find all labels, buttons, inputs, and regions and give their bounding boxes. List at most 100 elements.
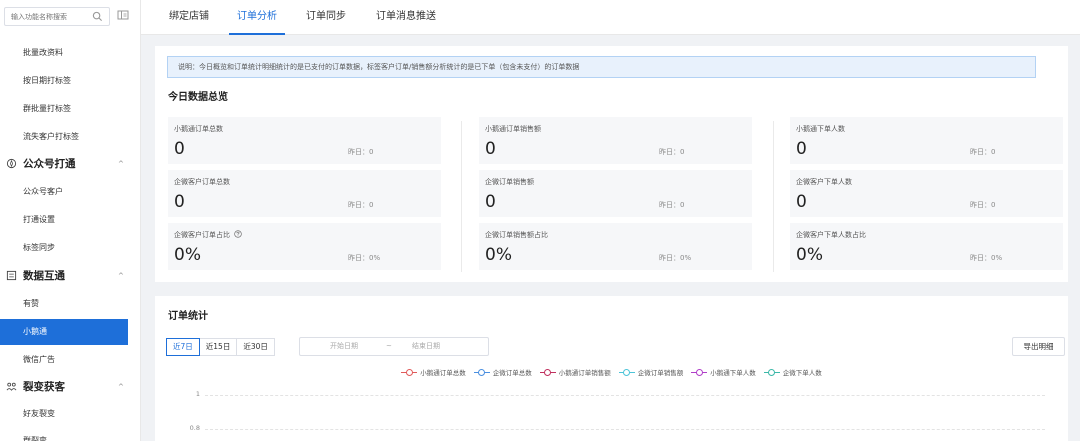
stat-value: 0	[796, 139, 807, 159]
legend-item[interactable]: 企微下单人数	[763, 367, 822, 377]
legend-label: 小鹅通订单销售额	[558, 369, 611, 377]
tab-order-push[interactable]: 订单消息推送	[376, 0, 436, 35]
legend-label: 小鹅通订单总数	[420, 369, 466, 377]
stat-card-xet-order-count: 小鹅通订单总数 0 昨日：0	[168, 117, 441, 164]
stat-yesterday: 昨日：0	[348, 148, 374, 156]
stat-card-wecom-order-count: 企微客户订单总数 0 昨日：0	[168, 170, 441, 217]
legend-marker	[401, 368, 418, 376]
collapse-menu-icon[interactable]	[117, 9, 129, 21]
sidebar-item-friend-fission[interactable]: 好友裂变	[0, 401, 128, 427]
order-stats-title: 订单统计	[168, 311, 208, 322]
stat-value: 0	[174, 139, 185, 159]
sidebar-item-group-fission[interactable]: 群裂变	[0, 428, 128, 441]
tab-order-sync[interactable]: 订单同步	[306, 0, 346, 35]
stat-yesterday: 昨日：0%	[659, 254, 692, 262]
stat-card-wecom-buyers: 企微客户下单人数 0 昨日：0	[790, 170, 1063, 217]
sidebar-item-xiaoetong[interactable]: 小鹅通	[0, 319, 128, 345]
start-date-placeholder[interactable]: 开始日期	[330, 338, 358, 355]
sidebar-item-wechat-ads[interactable]: 微信广告	[0, 347, 128, 373]
stat-yesterday: 昨日：0	[970, 148, 996, 156]
stat-label: 企微客户订单占比	[174, 230, 242, 240]
stat-label: 企微客户订单总数	[174, 178, 230, 186]
stat-label-text: 企微客户订单占比	[174, 231, 230, 239]
compass-icon	[6, 158, 17, 169]
search-input[interactable]	[5, 8, 89, 25]
stat-label: 企微订单销售额占比	[485, 231, 548, 239]
stat-value: 0%	[796, 245, 823, 265]
tab-bind-store[interactable]: 绑定店铺	[169, 0, 209, 35]
sidebar-group-label: 数据互通	[23, 270, 65, 282]
stat-value: 0%	[174, 245, 201, 265]
legend-label: 企微订单总数	[492, 369, 532, 377]
legend-item[interactable]: 企微订单总数	[473, 367, 532, 377]
stat-label: 企微客户下单人数占比	[796, 231, 866, 239]
date-range-buttons: 近7日 近15日 近30日	[166, 338, 275, 356]
stat-label: 企微客户下单人数	[796, 178, 852, 186]
stat-yesterday: 昨日：0	[659, 148, 685, 156]
legend-item[interactable]: 小鹅通下单人数	[691, 367, 756, 377]
legend-item[interactable]: 小鹅通订单总数	[401, 367, 466, 377]
stat-label: 小鹅通下单人数	[796, 125, 845, 133]
stat-value: 0	[485, 139, 496, 159]
chart-legend: 小鹅通订单总数 企微订单总数 小鹅通订单销售额 企微订单销售额 小鹅通下单人数 企微下单人…	[155, 367, 1068, 378]
stat-label: 小鹅通订单总数	[174, 125, 223, 133]
search-icon[interactable]	[92, 11, 103, 22]
legend-marker	[691, 368, 708, 376]
stat-card-wecom-buyers-ratio: 企微客户下单人数占比 0% 昨日：0%	[790, 223, 1063, 270]
range-15-days-button[interactable]: 近15日	[198, 338, 238, 356]
end-date-placeholder[interactable]: 结束日期	[412, 338, 440, 355]
stat-value: 0	[796, 192, 807, 212]
stat-yesterday: 昨日：0%	[348, 254, 381, 262]
sidebar-group-label: 公众号打通	[23, 158, 76, 170]
sidebar-item-lost-customer-tag[interactable]: 流失客户打标签	[0, 124, 128, 150]
stat-yesterday: 昨日：0%	[970, 254, 1003, 262]
tab-order-analysis[interactable]: 订单分析	[229, 0, 285, 35]
chevron-up-icon: ^	[118, 160, 124, 168]
search-box	[4, 7, 110, 26]
stat-label: 企微订单销售额	[485, 178, 534, 186]
column-divider	[773, 121, 774, 272]
stat-yesterday: 昨日：0	[348, 201, 374, 209]
range-30-days-button[interactable]: 近30日	[236, 338, 275, 356]
data-exchange-icon	[6, 270, 17, 281]
legend-item[interactable]: 企微订单销售额	[618, 367, 684, 377]
legend-label: 企微订单销售额	[637, 369, 684, 377]
stat-card-xet-sales: 小鹅通订单销售额 0 昨日：0	[479, 117, 752, 164]
stat-value: 0%	[485, 245, 512, 265]
sidebar-item-youzan[interactable]: 有赞	[0, 291, 128, 317]
y-tick-label: 1	[195, 390, 200, 398]
sidebar-item-group-batch-tag[interactable]: 群批量打标签	[0, 96, 128, 122]
stat-yesterday: 昨日：0	[970, 201, 996, 209]
grid-line	[205, 395, 1045, 396]
legend-label: 小鹅通下单人数	[710, 369, 756, 377]
sidebar: 批量改资料 按日期打标签 群批量打标签 流失客户打标签 公众号打通 ^ 公众号客…	[0, 0, 141, 441]
stat-card-xet-buyers: 小鹅通下单人数 0 昨日：0	[790, 117, 1063, 164]
sidebar-item-official-customers[interactable]: 公众号客户	[0, 179, 128, 205]
legend-marker	[618, 368, 635, 376]
grid-line	[205, 429, 1045, 430]
sidebar-item-tag-by-date[interactable]: 按日期打标签	[0, 68, 128, 94]
legend-marker	[539, 368, 556, 376]
sidebar-group-data-exchange[interactable]: 数据互通 ^	[0, 263, 141, 289]
range-7-days-button[interactable]: 近7日	[166, 338, 200, 356]
help-icon[interactable]	[234, 230, 242, 238]
sidebar-group-official-account[interactable]: 公众号打通 ^	[0, 151, 141, 177]
legend-label: 企微下单人数	[782, 369, 822, 377]
sidebar-group-fission[interactable]: 裂变获客 ^	[0, 374, 141, 400]
stat-card-wecom-sales-ratio: 企微订单销售额占比 0% 昨日：0%	[479, 223, 752, 270]
chevron-up-icon: ^	[118, 383, 124, 391]
stat-value: 0	[174, 192, 185, 212]
sidebar-item-tag-sync[interactable]: 标签同步	[0, 235, 128, 261]
top-tabs: 绑定店铺 订单分析 订单同步 订单消息推送	[141, 0, 1080, 35]
chevron-up-icon: ^	[118, 272, 124, 280]
stat-value: 0	[485, 192, 496, 212]
sidebar-item-batch-edit[interactable]: 批量改资料	[0, 40, 128, 66]
sidebar-item-connect-settings[interactable]: 打通设置	[0, 207, 128, 233]
legend-item[interactable]: 小鹅通订单销售额	[539, 367, 611, 377]
stat-label: 小鹅通订单销售额	[485, 125, 541, 133]
export-details-button[interactable]: 导出明细	[1012, 337, 1065, 356]
date-range-picker[interactable]: 开始日期 ~ 结束日期	[299, 337, 489, 356]
y-tick-label: 0.8	[189, 424, 200, 432]
legend-marker	[473, 368, 490, 376]
sidebar-group-label: 裂变获客	[23, 381, 65, 393]
